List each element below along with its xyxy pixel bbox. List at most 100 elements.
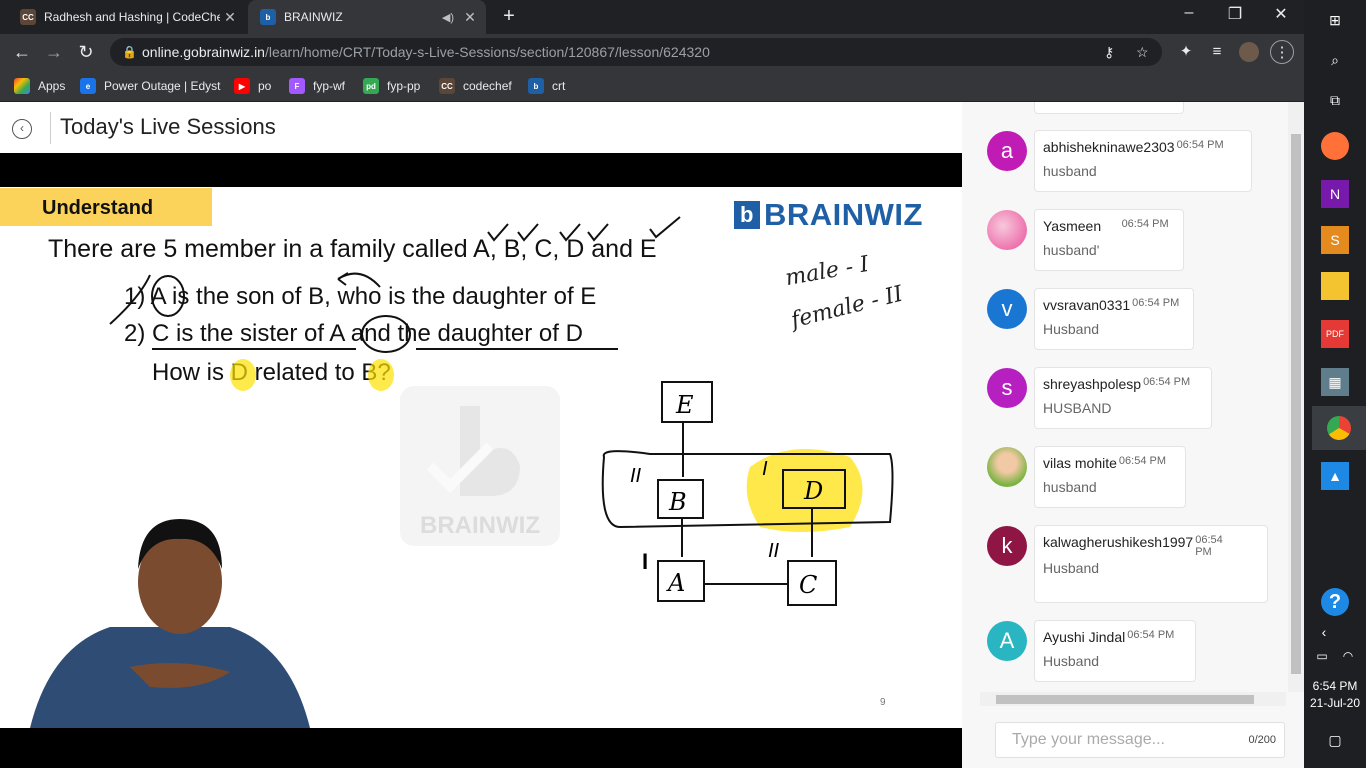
new-tab-button[interactable]: + bbox=[498, 6, 520, 28]
key-icon[interactable]: ⚷ bbox=[1104, 38, 1114, 66]
bookmark-label: codechef bbox=[463, 79, 512, 93]
task-view-icon[interactable]: ⧉ bbox=[1321, 86, 1349, 114]
message-bubble: kalwagherushikesh1997 06:54 PM Husband bbox=[1034, 525, 1268, 603]
help-icon[interactable]: ? bbox=[1321, 588, 1349, 616]
message-text: Husband bbox=[1043, 321, 1100, 337]
profile-avatar-icon[interactable] bbox=[1237, 40, 1261, 64]
forward-arrow-icon[interactable]: → bbox=[42, 40, 66, 64]
back-arrow-icon[interactable]: ← bbox=[10, 40, 34, 64]
bookmark-crt[interactable]: b crt bbox=[528, 76, 565, 96]
bookmarks-bar: Apps e Power Outage | Edyst ▶ po F fyp-w… bbox=[0, 70, 1304, 102]
message-username: Ayushi Jindal bbox=[1043, 629, 1126, 645]
message-username: vilas mohite bbox=[1043, 455, 1117, 471]
slide-number: 9 bbox=[880, 697, 886, 708]
windows-taskbar: ⊞ ⌕ ⧉ N S PDF ▦ ▲ ? ‹ ▭ ◠ 6:54 PM 21-Jul… bbox=[1304, 0, 1366, 768]
bookmark-fyp-wf[interactable]: F fyp-wf bbox=[289, 76, 345, 96]
diagram-node-e: E bbox=[675, 391, 694, 419]
wifi-icon[interactable]: ◠ bbox=[1334, 642, 1362, 670]
restore-icon[interactable]: ❐ bbox=[1220, 4, 1250, 26]
chat-vertical-scrollbar[interactable] bbox=[1288, 102, 1304, 692]
message-bubble: vilas mohite 06:54 PM husband bbox=[1034, 446, 1186, 508]
page-content: ‹ Today's Live Sessions Understand b BRA… bbox=[0, 102, 1304, 768]
bookmark-edyst[interactable]: e Power Outage | Edyst bbox=[80, 76, 221, 96]
avatar bbox=[987, 210, 1027, 250]
avatar bbox=[987, 447, 1027, 487]
message-bubble: vvsravan0331 06:54 PM Husband bbox=[1034, 288, 1194, 350]
close-window-icon[interactable]: ✕ bbox=[1266, 4, 1296, 26]
browser-toolbar: ← → ↻ 🔒 online.gobrainwiz.in/learn/home/… bbox=[0, 34, 1304, 70]
avatar: s bbox=[987, 368, 1027, 408]
tab-brainwiz[interactable]: b BRAINWIZ ◀) ✕ bbox=[248, 0, 486, 34]
message-time: 06:54 PM bbox=[1143, 376, 1191, 388]
bookmark-label: crt bbox=[552, 79, 566, 93]
diagram-node-d: D bbox=[803, 477, 823, 505]
scrollbar-thumb[interactable] bbox=[1291, 134, 1301, 674]
avatar: v bbox=[987, 289, 1027, 329]
search-icon[interactable]: ⌕ bbox=[1321, 46, 1349, 74]
tab-codechef[interactable]: CC Radhesh and Hashing | CodeChef ✕ bbox=[8, 0, 246, 34]
bookmark-po[interactable]: ▶ po bbox=[234, 76, 271, 96]
close-tab-icon[interactable]: ✕ bbox=[220, 9, 240, 26]
scrollbar-thumb[interactable] bbox=[996, 695, 1254, 704]
message-username: vvsravan0331 bbox=[1043, 297, 1131, 313]
menu-kebab-icon[interactable]: ⋮ bbox=[1270, 40, 1294, 64]
lock-icon[interactable]: 🔒 bbox=[122, 38, 137, 66]
codechef-icon: CC bbox=[439, 78, 455, 94]
bookmark-label: fyp-pp bbox=[387, 79, 421, 93]
photos-icon[interactable]: ▲ bbox=[1321, 462, 1349, 490]
bookmark-fyp-pp[interactable]: pd fyp-pp bbox=[363, 76, 420, 96]
windows-start-icon[interactable]: ⊞ bbox=[1321, 6, 1349, 34]
bookmark-star-icon[interactable]: ☆ bbox=[1136, 38, 1149, 66]
message-bubble: Ayushi Jindal 06:54 PM Husband bbox=[1034, 620, 1196, 682]
url-host: online.gobrainwiz.in bbox=[142, 44, 265, 60]
previous-message-bubble bbox=[1034, 102, 1184, 114]
minimize-icon[interactable]: – bbox=[1174, 4, 1204, 26]
message-time: 06:54 PM bbox=[1121, 218, 1169, 230]
pdf-icon[interactable]: PDF bbox=[1321, 320, 1349, 348]
presenter-video-overlay bbox=[30, 519, 310, 728]
bookmark-apps[interactable]: Apps bbox=[14, 76, 65, 96]
message-bubble: abhishekninawe2303 06:54 PM husband bbox=[1034, 130, 1252, 192]
extensions-puzzle-icon[interactable]: ✦ bbox=[1174, 40, 1198, 64]
message-text: husband bbox=[1043, 479, 1097, 495]
chat-message-input[interactable]: Type your message... 0/200 bbox=[995, 722, 1285, 758]
file-explorer-icon[interactable] bbox=[1321, 272, 1349, 300]
message-bubble: Yasmeen 06:54 PM husband' bbox=[1034, 209, 1184, 271]
edyst-icon: e bbox=[80, 78, 96, 94]
bookmark-label: fyp-wf bbox=[313, 79, 346, 93]
avatar: a bbox=[987, 131, 1027, 171]
onenote-icon[interactable]: N bbox=[1321, 180, 1349, 208]
brainwiz-favicon-icon: b bbox=[260, 9, 276, 25]
url-path: /learn/home/CRT/Today-s-Live-Sessions/se… bbox=[264, 44, 710, 60]
message-username: shreyashpolesp bbox=[1043, 376, 1142, 392]
media-control-icon[interactable]: ≡ bbox=[1205, 40, 1229, 64]
battery-icon[interactable]: ▭ bbox=[1308, 642, 1336, 670]
back-circle-icon[interactable]: ‹ bbox=[12, 119, 32, 139]
firefox-icon[interactable] bbox=[1321, 132, 1349, 160]
input-placeholder: Type your message... bbox=[1012, 731, 1165, 748]
taskbar-clock[interactable]: 6:54 PM 21-Jul-20 bbox=[1304, 678, 1366, 712]
chrome-active-icon[interactable] bbox=[1312, 406, 1366, 450]
notifications-icon[interactable]: ▢ bbox=[1321, 726, 1349, 754]
message-text: HUSBAND bbox=[1043, 400, 1112, 416]
chat-message-list[interactable]: a abhishekninawe2303 06:54 PM husband Yas… bbox=[978, 102, 1288, 690]
message-username: abhishekninawe2303 bbox=[1043, 139, 1175, 155]
speaker-icon[interactable]: ◀) bbox=[442, 11, 454, 24]
diagram-node-c: C bbox=[799, 571, 817, 599]
address-bar[interactable]: 🔒 online.gobrainwiz.in/learn/home/CRT/To… bbox=[110, 38, 1162, 66]
close-tab-icon[interactable]: ✕ bbox=[460, 9, 480, 26]
message-text: Husband bbox=[1043, 560, 1100, 576]
reload-icon[interactable]: ↻ bbox=[74, 40, 98, 64]
calculator-icon[interactable]: ▦ bbox=[1321, 368, 1349, 396]
chat-horizontal-scrollbar[interactable] bbox=[980, 692, 1286, 706]
clock-time: 6:54 PM bbox=[1312, 679, 1358, 693]
brainwiz-icon: b bbox=[528, 78, 544, 94]
sublime-icon[interactable]: S bbox=[1321, 226, 1349, 254]
message-time: 06:54 PM bbox=[1127, 629, 1175, 641]
avatar: A bbox=[987, 621, 1027, 661]
codechef-favicon-icon: CC bbox=[20, 9, 36, 25]
lecture-slide: Understand b BRAINWIZ There are 5 member… bbox=[0, 187, 962, 728]
avatar: k bbox=[987, 526, 1027, 566]
video-player[interactable]: Understand b BRAINWIZ There are 5 member… bbox=[0, 153, 962, 768]
bookmark-codechef[interactable]: CC codechef bbox=[439, 76, 512, 96]
